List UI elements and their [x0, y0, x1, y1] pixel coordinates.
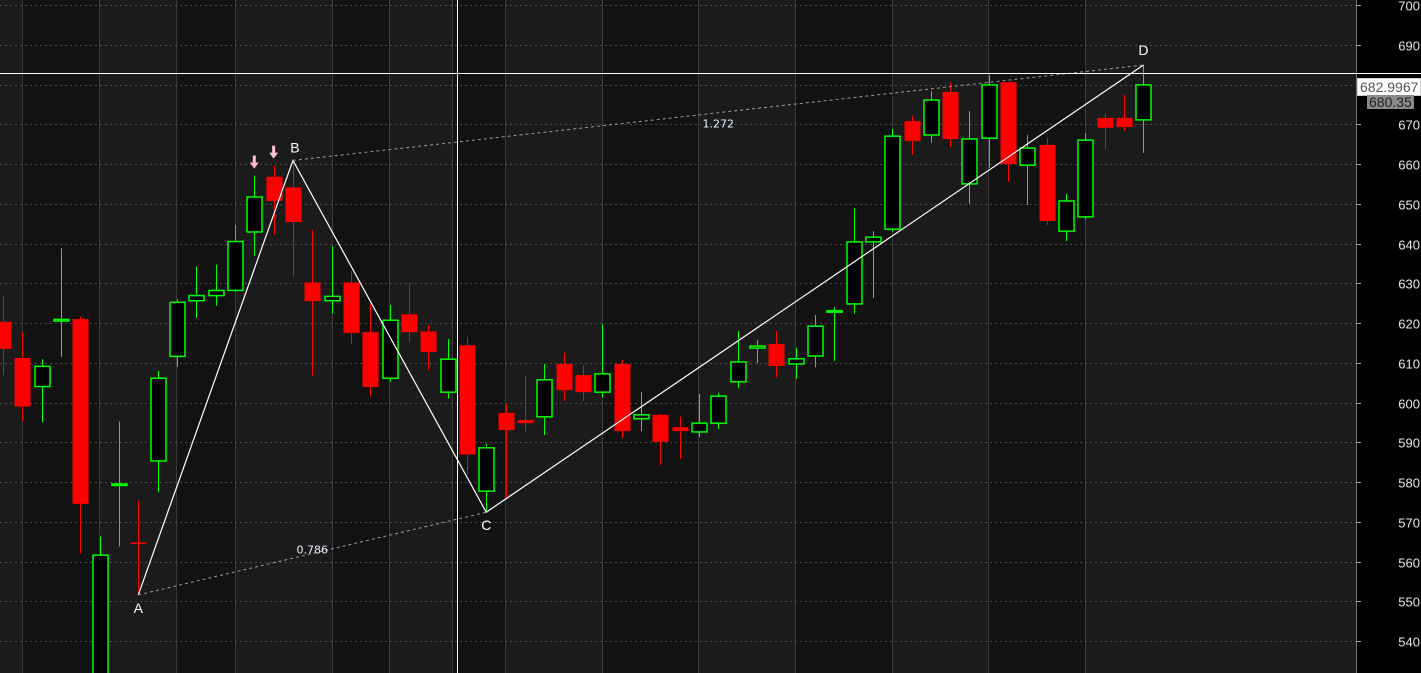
axis-tick-label: 540 [1398, 635, 1420, 650]
candle-body-up [826, 309, 843, 313]
axis-tick-label: 570 [1398, 516, 1420, 531]
candle-body-down [652, 414, 669, 442]
candle-body-up [961, 138, 978, 185]
background-band [99, 0, 176, 673]
candle-body-up [788, 358, 805, 365]
candle-body-down [130, 542, 147, 544]
candle-body-down [343, 282, 360, 333]
candle-body-up [246, 196, 263, 233]
axis-tick-label: 610 [1398, 357, 1420, 372]
background-band [332, 0, 389, 673]
candle-body-up [1019, 147, 1036, 166]
candle-body-down [401, 314, 418, 333]
candle-body-down [14, 357, 31, 407]
candle-body-up [710, 395, 727, 424]
axis-tick-label: 560 [1398, 556, 1420, 571]
candle-body-down [904, 121, 921, 141]
background-bands [0, 0, 1421, 673]
candle-body-up [1058, 200, 1075, 232]
candle-body-up [749, 345, 766, 349]
candle-body-up [1077, 139, 1094, 218]
candle-body-down [942, 92, 959, 139]
candle-body-up [884, 135, 901, 230]
candle-body-up [169, 301, 186, 358]
candle-body-up [53, 318, 70, 322]
candle-body-up [536, 379, 553, 418]
candle-body-down [556, 363, 573, 391]
candle-body-down [614, 363, 631, 432]
axis-tick-label: 640 [1398, 238, 1420, 253]
candle-body-up [981, 84, 998, 139]
axis-tick-label: 690 [1398, 39, 1420, 54]
background-band [1085, 0, 1356, 673]
candle-body-up [846, 241, 863, 305]
pattern-point-label: B [290, 139, 299, 155]
candle-body-down [498, 412, 515, 430]
candle-body-down [517, 419, 534, 424]
candlestick-chart[interactable]: A B C D 0.786 1.272 540 550 560 570 580 590 600 610 6… [0, 0, 1421, 673]
candle-body-up [923, 99, 940, 136]
axis-tick-label: 550 [1398, 595, 1420, 610]
candle-body-up [324, 295, 341, 302]
candle-body-down [72, 319, 89, 504]
ratio-label: 1.272 [702, 118, 734, 131]
candle-body-up [34, 365, 51, 388]
background-band [452, 0, 505, 673]
candle-body-down [420, 331, 437, 353]
candle-body-down [1097, 117, 1114, 128]
candle-body-up [594, 373, 611, 393]
candle-body-down [575, 375, 592, 393]
candle-body-up [150, 377, 167, 462]
candle-body-up [633, 414, 650, 420]
ratio-label: 0.786 [297, 544, 329, 557]
candle-body-down [304, 282, 321, 302]
candle-body-down [0, 321, 12, 349]
candle-body-down [1116, 117, 1133, 128]
candle-body-up [111, 483, 128, 487]
candle-body-up [208, 289, 225, 297]
candle-body-up [1135, 84, 1152, 121]
candle-body-up [478, 447, 495, 492]
pattern-point-label: D [1138, 42, 1148, 58]
background-band [602, 0, 698, 673]
background-band [892, 0, 988, 673]
candle-body-down [672, 427, 689, 432]
axis-tick-label: 600 [1398, 397, 1420, 412]
background-band [505, 0, 602, 673]
candle-body-up [807, 325, 824, 357]
last-price-label: 680.35 [1367, 94, 1414, 110]
pattern-point-label: C [481, 517, 491, 533]
candle-body-down [1039, 144, 1056, 221]
axis-tick-label: 580 [1398, 476, 1420, 491]
axis-tick-label: 700 [1398, 0, 1420, 14]
candle-body-up [227, 240, 244, 292]
candle-body-up [730, 361, 747, 383]
axis-tick-label: 650 [1398, 198, 1420, 213]
axis-tick-label: 590 [1398, 436, 1420, 451]
candle-body-down [1000, 82, 1017, 164]
axis-tick-label: 660 [1398, 158, 1420, 173]
candle-body-up [691, 422, 708, 433]
axis-tick-label: 620 [1398, 317, 1420, 332]
background-band [235, 0, 332, 673]
candle-body-up [865, 236, 882, 243]
pattern-point-label: A [134, 600, 144, 616]
candle-body-up [188, 294, 205, 302]
candle-body-down [459, 345, 476, 455]
axis-tick-label: 670 [1398, 118, 1420, 133]
axis-tick-label: 630 [1398, 277, 1420, 292]
candle-body-up [92, 554, 109, 673]
candle-body-down [362, 332, 379, 387]
candle-body-down [285, 187, 302, 223]
candle-body-down [768, 344, 785, 366]
candle-body-up [440, 358, 457, 393]
background-band [698, 0, 795, 673]
